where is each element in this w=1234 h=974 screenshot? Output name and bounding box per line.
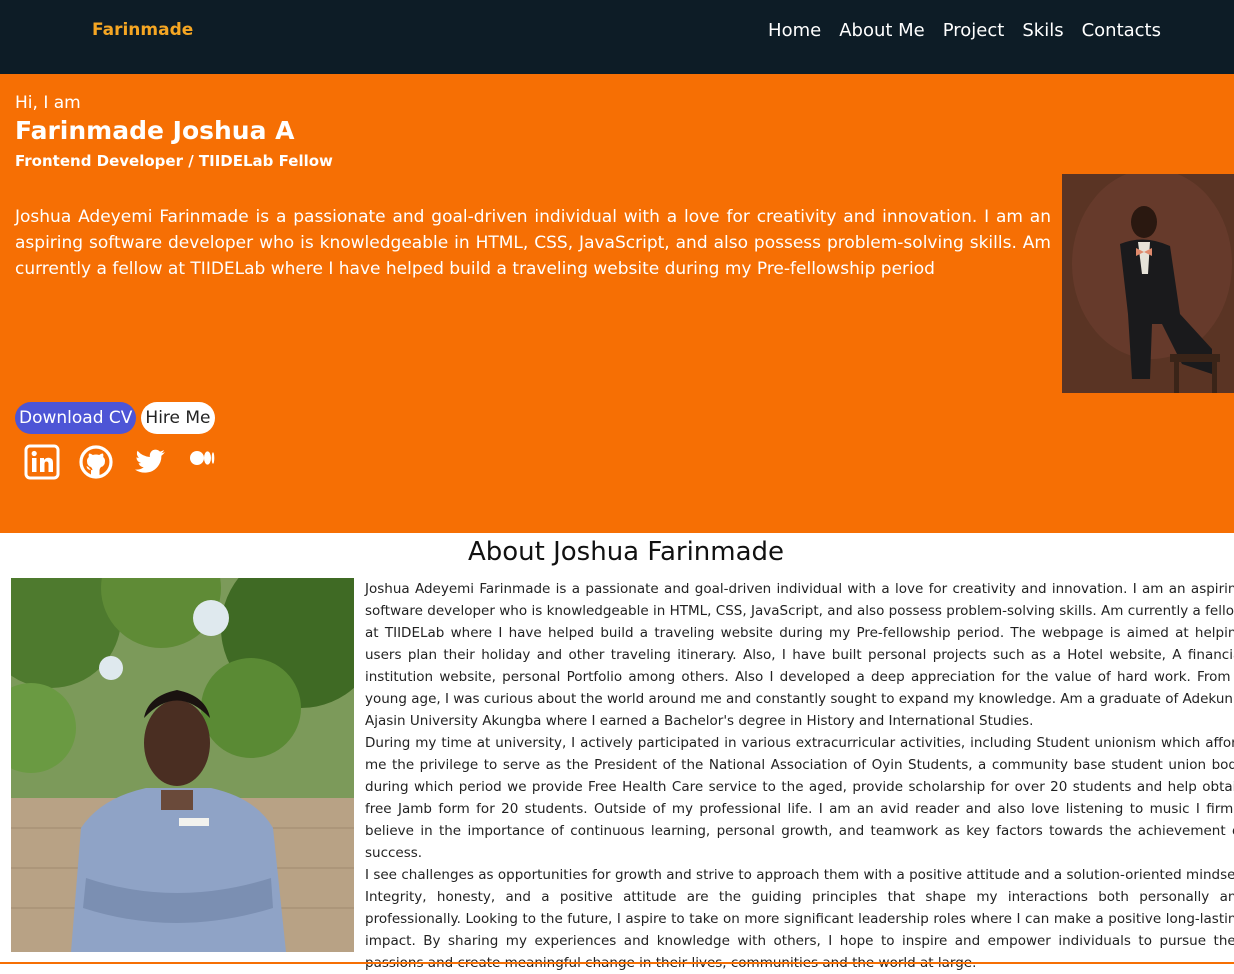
download-cv-button[interactable]: Download CV	[15, 402, 137, 434]
about-title: About Joshua Farinmade	[467, 537, 785, 567]
about-photo	[11, 578, 354, 952]
linkedin-icon[interactable]	[24, 444, 60, 480]
hero-bio: Joshua Adeyemi Farinmade is a passionate…	[15, 207, 1051, 279]
nav-link-project[interactable]: Project	[943, 20, 1005, 41]
hire-me-button[interactable]: Hire Me	[141, 402, 215, 434]
brand-logo[interactable]: Farinmade	[92, 20, 193, 40]
hero-role: Frontend Developer / TIIDELab Fellow	[15, 152, 333, 170]
nav-link-contacts[interactable]: Contacts	[1082, 20, 1161, 41]
nav-links: Home About Me Project Skils Contacts	[768, 20, 1161, 41]
social-links	[24, 444, 222, 480]
github-icon[interactable]	[78, 444, 114, 480]
hero-portrait-photo	[1062, 174, 1234, 393]
hero-greeting: Hi, I am	[15, 93, 81, 113]
twitter-icon[interactable]	[132, 444, 168, 480]
about-paragraph-2: During my time at university, I actively…	[365, 735, 1234, 861]
hero-name: Farinmade Joshua A	[15, 116, 295, 145]
hero-section: Hi, I am Farinmade Joshua A Frontend Dev…	[0, 74, 1234, 533]
medium-icon[interactable]	[186, 444, 222, 480]
about-paragraph-3: I see challenges as opportunities for gr…	[365, 867, 1234, 971]
nav-link-skills[interactable]: Skils	[1022, 20, 1063, 41]
navbar: Farinmade Home About Me Project Skils Co…	[0, 0, 1234, 74]
nav-link-home[interactable]: Home	[768, 20, 821, 41]
about-text: Joshua Adeyemi Farinmade is a passionate…	[365, 578, 1234, 974]
hero-buttons: Download CV Hire Me	[15, 402, 215, 434]
about-paragraph-1: Joshua Adeyemi Farinmade is a passionate…	[365, 581, 1234, 729]
nav-link-about[interactable]: About Me	[839, 20, 925, 41]
